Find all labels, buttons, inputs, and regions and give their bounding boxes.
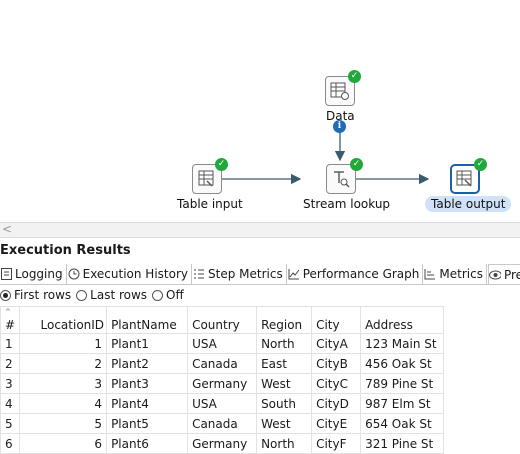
success-check-icon: ✓: [350, 158, 363, 171]
preview-eye-icon: [488, 269, 501, 281]
column-header[interactable]: Address: [360, 306, 445, 334]
radio-first-rows[interactable]: First rows: [0, 288, 71, 302]
column-header[interactable]: City: [311, 306, 362, 334]
table-cell[interactable]: CityD: [311, 393, 362, 414]
table-cell[interactable]: CityB: [311, 353, 362, 374]
table-row[interactable]: 1 1 Plant1 USA North CityA 123 Main St: [0, 333, 445, 354]
performance-graph-icon: [288, 268, 300, 280]
table-row[interactable]: 6 6 Plant6 Germany North CityF 321 Pine St: [0, 433, 445, 454]
table-cell[interactable]: South: [256, 393, 313, 414]
table-header-row: ^ # LocationID PlantName Country Region C…: [0, 306, 445, 334]
table-cell[interactable]: 6: [0, 433, 21, 454]
sort-indicator-icon: ^: [5, 308, 11, 316]
hops-layer: [222, 132, 430, 185]
column-header[interactable]: Country: [187, 306, 258, 334]
success-check-icon: ✓: [215, 158, 228, 171]
table-row[interactable]: 2 2 Plant2 Canada East CityB 456 Oak St: [0, 353, 445, 374]
table-cell[interactable]: 5: [0, 413, 21, 434]
table-cell[interactable]: 1: [19, 333, 108, 354]
table-row[interactable]: 4 4 Plant4 USA South CityD 987 Elm St: [0, 393, 445, 414]
tab-logging[interactable]: Logging: [0, 264, 67, 284]
step-label-table-output: Table output: [425, 196, 512, 212]
table-input-icon: [198, 170, 214, 187]
table-output-icon: [456, 170, 472, 187]
step-label-table-input: Table input: [177, 197, 243, 211]
tab-preview-data[interactable]: Preview data: [487, 264, 520, 284]
column-header[interactable]: Region: [256, 306, 313, 334]
radio-off[interactable]: Off: [152, 288, 184, 302]
metrics-icon: [424, 268, 436, 280]
table-cell[interactable]: 654 Oak St: [360, 413, 445, 434]
success-check-icon: ✓: [474, 158, 487, 171]
table-cell[interactable]: Plant4: [106, 393, 189, 414]
table-cell[interactable]: 4: [19, 393, 108, 414]
table-cell[interactable]: Canada: [187, 353, 258, 374]
radio-button[interactable]: [152, 289, 164, 301]
table-data-icon: [330, 82, 349, 100]
table-cell[interactable]: Plant5: [106, 413, 189, 434]
table-cell[interactable]: CityC: [311, 373, 362, 394]
info-icon[interactable]: i: [333, 120, 346, 133]
table-cell[interactable]: Plant1: [106, 333, 189, 354]
radio-button[interactable]: [76, 289, 88, 301]
table-row[interactable]: 3 3 Plant3 Germany West CityC 789 Pine St: [0, 373, 445, 394]
tab-execution-history[interactable]: Execution History: [68, 264, 193, 284]
table-cell[interactable]: 2: [19, 353, 108, 374]
transformation-canvas[interactable]: ✓ Data i ✓ Table input ✓ Stream lookup ✓: [0, 0, 520, 222]
table-cell[interactable]: CityF: [311, 433, 362, 454]
table-cell[interactable]: 3: [19, 373, 108, 394]
table-cell[interactable]: North: [256, 433, 313, 454]
table-cell[interactable]: 123 Main St: [360, 333, 445, 354]
table-cell[interactable]: 6: [19, 433, 108, 454]
table-cell[interactable]: 3: [0, 373, 21, 394]
stream-lookup-icon: [334, 171, 350, 188]
table-cell[interactable]: 321 Pine St: [360, 433, 445, 454]
table-cell[interactable]: West: [256, 373, 313, 394]
logging-icon: [0, 268, 12, 280]
tab-step-metrics[interactable]: Step Metrics: [193, 264, 287, 284]
table-cell[interactable]: CityE: [311, 413, 362, 434]
tab-performance-graph[interactable]: Performance Graph: [288, 264, 424, 284]
table-cell[interactable]: West: [256, 413, 313, 434]
table-cell[interactable]: 5: [19, 413, 108, 434]
table-cell[interactable]: Plant6: [106, 433, 189, 454]
history-icon: [68, 268, 80, 280]
step-label-stream-lookup: Stream lookup: [303, 197, 391, 211]
table-cell[interactable]: CityA: [311, 333, 362, 354]
table-cell[interactable]: Germany: [187, 433, 258, 454]
canvas-horizontal-scrollbar[interactable]: <: [0, 222, 520, 238]
table-cell[interactable]: Plant2: [106, 353, 189, 374]
table-cell[interactable]: 987 Elm St: [360, 393, 445, 414]
column-header[interactable]: PlantName: [106, 306, 189, 334]
tab-metrics[interactable]: Metrics: [424, 264, 487, 284]
table-cell[interactable]: 4: [0, 393, 21, 414]
table-cell[interactable]: USA: [187, 393, 258, 414]
table-cell[interactable]: 1: [0, 333, 21, 354]
table-cell[interactable]: Germany: [187, 373, 258, 394]
scroll-left-icon[interactable]: <: [2, 222, 12, 236]
step-metrics-icon: [193, 268, 205, 280]
table-cell[interactable]: North: [256, 333, 313, 354]
table-cell[interactable]: East: [256, 353, 313, 374]
table-cell[interactable]: Canada: [187, 413, 258, 434]
table-cell[interactable]: 2: [0, 353, 21, 374]
table-cell[interactable]: 789 Pine St: [360, 373, 445, 394]
execution-results-title: Execution Results: [0, 243, 131, 258]
radio-last-rows[interactable]: Last rows: [76, 288, 147, 302]
column-header[interactable]: ^ #: [0, 306, 21, 334]
preview-mode-radio-group: First rows Last rows Off: [0, 287, 189, 303]
table-cell[interactable]: Plant3: [106, 373, 189, 394]
table-cell[interactable]: USA: [187, 333, 258, 354]
table-cell[interactable]: 456 Oak St: [360, 353, 445, 374]
results-tab-bar: Logging Execution History Step Metrics P…: [0, 264, 520, 285]
radio-button[interactable]: [0, 289, 11, 301]
column-header[interactable]: LocationID: [19, 306, 108, 334]
preview-data-table: ^ # LocationID PlantName Country Region C…: [0, 306, 445, 454]
success-check-icon: ✓: [348, 70, 361, 83]
table-row[interactable]: 5 5 Plant5 Canada West CityE 654 Oak St: [0, 413, 445, 434]
